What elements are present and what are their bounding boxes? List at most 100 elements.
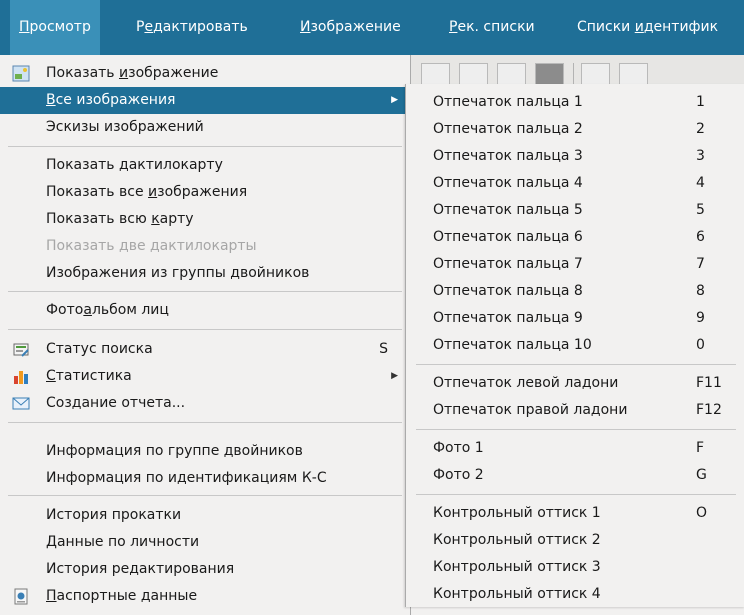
menu-item-face-album[interactable]: Фотоальбом лиц <box>0 297 410 324</box>
label-post: актилокарту <box>128 157 223 173</box>
submenu-separator <box>416 429 736 430</box>
label-post: льбом лиц <box>91 302 169 318</box>
menu-rec-lists[interactable]: Рек. списки <box>440 0 544 55</box>
menu-image[interactable]: Изображение <box>291 0 410 55</box>
menu-item-label: Фотоальбом лиц <box>46 297 169 324</box>
submenu-item-label: Отпечаток правой ладони <box>433 402 628 418</box>
submenu-item-photo-1[interactable]: Фото 1 F <box>406 435 744 462</box>
submenu-item-shortcut: 7 <box>696 256 705 272</box>
submenu-item-label: Отпечаток пальца 2 <box>433 121 583 137</box>
submenu-separator <box>416 494 736 495</box>
submenu-item-label: Фото 2 <box>433 467 484 483</box>
menu-item-create-report[interactable]: Создание отчета... <box>0 390 410 417</box>
menu-id-lists[interactable]: Списки идентифик <box>568 0 727 55</box>
submenu-item-finger-9[interactable]: Отпечаток пальца 9 9 <box>406 305 744 332</box>
menu-item-show-card[interactable]: Показать дактилокарту <box>0 152 410 179</box>
menu-separator <box>8 329 402 330</box>
submenu-item-shortcut: 8 <box>696 283 705 299</box>
submenu-item-photo-2[interactable]: Фото 2 G <box>406 462 744 489</box>
submenu-item-finger-8[interactable]: Отпечаток пальца 8 8 <box>406 278 744 305</box>
label-pre: Показать все <box>46 184 149 200</box>
label-post: татистика <box>55 368 132 384</box>
submenu-item-label: Отпечаток пальца 5 <box>433 202 583 218</box>
submenu-item-finger-3[interactable]: Отпечаток пальца 3 3 <box>406 143 744 170</box>
submenu-item-label: Контрольный оттиск 4 <box>433 586 601 602</box>
triangle-right-icon: ▶ <box>391 95 398 105</box>
menu-separator <box>8 291 402 292</box>
menu-item-label: Изображения из группы двойников <box>46 265 310 281</box>
menu-item-label: Показать всю карту <box>46 206 194 233</box>
label-pre: Показать всю <box>46 211 152 227</box>
menu-item-passport-data[interactable]: Паспортные данные <box>0 583 410 610</box>
label-accel: и <box>148 184 158 200</box>
label-accel: В <box>46 92 56 108</box>
menu-item-label: Информация по идентификациям К-С <box>46 470 327 486</box>
submenu-item-left-palm[interactable]: Отпечаток левой ладони F11 <box>406 370 744 397</box>
menu-image-accel: И <box>300 19 311 35</box>
label-pre: Фото <box>46 302 84 318</box>
submenu-item-label: Отпечаток пальца 4 <box>433 175 583 191</box>
all-images-submenu: Отпечаток пальца 11 Отпечаток пальца 22 … <box>405 84 744 607</box>
menu-item-label: Статистика <box>46 363 132 390</box>
menu-item-label: Создание отчета... <box>46 395 186 411</box>
menu-item-statistics[interactable]: Статистика ▶ <box>0 363 410 390</box>
search-status-icon <box>12 341 30 358</box>
submenu-item-finger-4[interactable]: Отпечаток пальца 4 4 <box>406 170 744 197</box>
menu-item-label: Показать дактилокарту <box>46 152 223 179</box>
label-post: арту <box>159 211 194 227</box>
menu-item-label: Информация по группе двойников <box>46 443 303 459</box>
submenu-item-control-2[interactable]: Контрольный оттиск 2 <box>406 527 744 554</box>
menu-edit-label-post: дактировать <box>153 19 248 35</box>
menu-item-kc-info[interactable]: Информация по идентификациям К-С <box>0 465 410 492</box>
menu-id-lists-label-post: дентифик <box>643 19 719 35</box>
menu-item-twin-group-images[interactable]: Изображения из группы двойников <box>0 260 410 287</box>
submenu-item-label: Отпечаток пальца 9 <box>433 310 583 326</box>
view-menu-dropdown: Показать изображение Все изображения ▶ Э… <box>0 55 411 615</box>
menu-item-label: Статус поиска <box>46 341 153 357</box>
submenu-item-finger-6[interactable]: Отпечаток пальца 6 6 <box>406 224 744 251</box>
submenu-item-finger-2[interactable]: Отпечаток пальца 2 2 <box>406 116 744 143</box>
envelope-icon <box>12 395 30 412</box>
submenu-item-right-palm[interactable]: Отпечаток правой ладони F12 <box>406 397 744 424</box>
menu-separator <box>8 146 402 147</box>
submenu-separator <box>416 364 736 365</box>
menu-item-person-data[interactable]: Данные по личности <box>0 529 410 556</box>
submenu-item-finger-7[interactable]: Отпечаток пальца 7 7 <box>406 251 744 278</box>
menu-separator <box>8 495 402 496</box>
menu-item-twin-group-info[interactable]: Информация по группе двойников <box>0 438 410 465</box>
submenu-item-label: Отпечаток пальца 10 <box>433 337 592 353</box>
menu-item-show-two-cards: Показать две дактилокарты <box>0 233 410 260</box>
label-accel: а <box>83 302 92 318</box>
submenu-item-finger-1[interactable]: Отпечаток пальца 1 1 <box>406 89 744 116</box>
menu-item-label: История редактирования <box>46 561 235 577</box>
label-post: аспортные данные <box>56 588 198 604</box>
bar-chart-icon <box>12 368 30 385</box>
menu-edit[interactable]: Редактировать <box>127 0 257 55</box>
menu-item-show-all-images[interactable]: Показать все изображения <box>0 179 410 206</box>
menu-item-label: Показать изображение <box>46 60 218 87</box>
menu-item-edit-history[interactable]: История редактирования <box>0 556 410 583</box>
submenu-item-shortcut: 6 <box>696 229 705 245</box>
label-accel: П <box>46 588 57 604</box>
passport-icon <box>12 588 30 605</box>
menu-view-label-post: росмотр <box>29 19 91 35</box>
menu-item-thumbnails[interactable]: Эскизы изображений <box>0 114 410 141</box>
menu-item-show-image[interactable]: Показать изображение <box>0 60 410 87</box>
menu-item-search-status[interactable]: Статус поиска S <box>0 336 410 363</box>
submenu-item-shortcut: 3 <box>696 148 705 164</box>
submenu-item-label: Отпечаток пальца 1 <box>433 94 583 110</box>
submenu-item-label: Контрольный оттиск 2 <box>433 532 601 548</box>
submenu-item-control-1[interactable]: Контрольный оттиск 1 O <box>406 500 744 527</box>
menu-image-label-post: зображение <box>310 19 401 35</box>
submenu-item-finger-5[interactable]: Отпечаток пальца 5 5 <box>406 197 744 224</box>
submenu-item-control-3[interactable]: Контрольный оттиск 3 <box>406 554 744 581</box>
menu-item-show-full-card[interactable]: Показать всю карту <box>0 206 410 233</box>
menu-item-rolling-history[interactable]: История прокатки <box>0 502 410 529</box>
menu-item-shortcut: S <box>379 341 388 357</box>
submenu-item-control-4[interactable]: Контрольный оттиск 4 <box>406 581 744 608</box>
submenu-item-finger-10[interactable]: Отпечаток пальца 10 0 <box>406 332 744 359</box>
submenu-item-label: Контрольный оттиск 3 <box>433 559 601 575</box>
submenu-item-label: Отпечаток пальца 8 <box>433 283 583 299</box>
menu-item-all-images[interactable]: Все изображения ▶ <box>0 87 410 114</box>
menu-view[interactable]: Просмотр <box>10 0 100 55</box>
